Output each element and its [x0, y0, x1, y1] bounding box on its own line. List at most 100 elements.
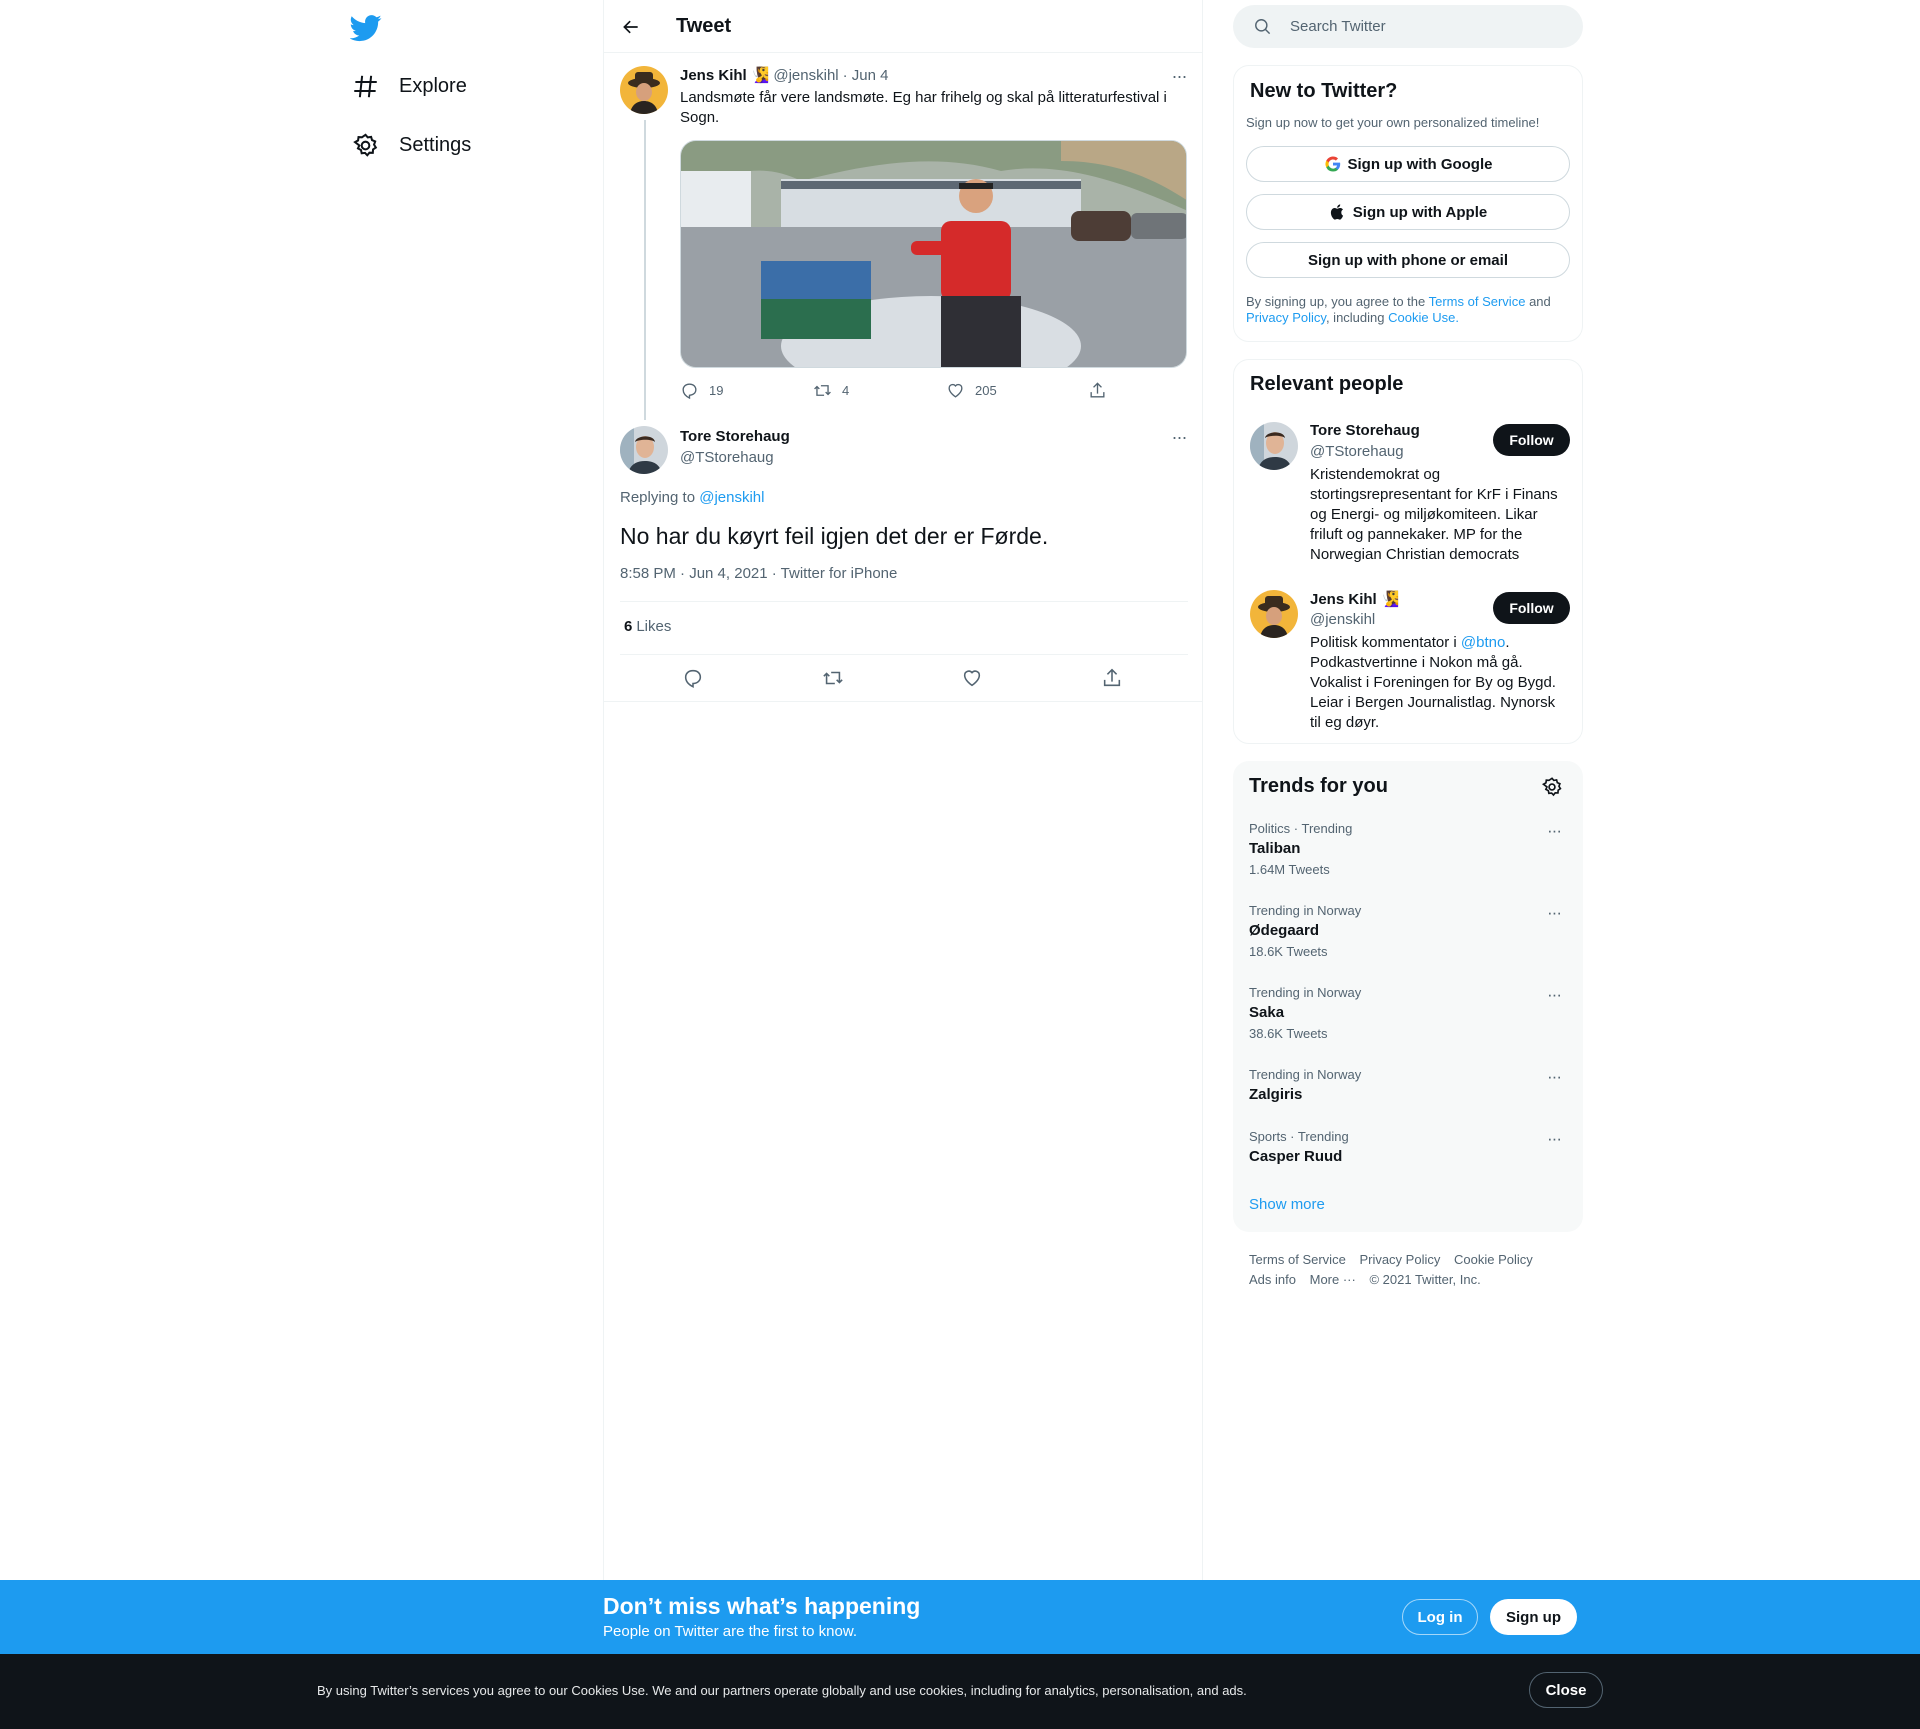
nav-item-settings[interactable]: Settings [340, 121, 483, 169]
trend-name: Ødegaard [1249, 922, 1320, 939]
share-button[interactable] [1088, 381, 1107, 400]
card-title: Relevant people [1250, 373, 1404, 395]
signup-button[interactable]: Sign up [1490, 1599, 1577, 1635]
avatar[interactable] [620, 426, 668, 474]
footer-link[interactable]: Cookie Policy [1454, 1252, 1533, 1267]
person-handle[interactable]: @TStorehaug [1310, 443, 1404, 460]
retweet-button[interactable]: 4 [813, 381, 849, 400]
bio-text: Politisk kommentator i [1310, 634, 1457, 651]
avatar[interactable] [620, 66, 668, 114]
avatar[interactable] [1250, 422, 1298, 470]
retweet-button[interactable] [820, 665, 846, 691]
avatar[interactable] [1250, 590, 1298, 638]
share-button[interactable] [1099, 665, 1125, 691]
more-icon[interactable]: ··· [1547, 821, 1562, 841]
author-handle[interactable]: @TStorehaug [680, 449, 774, 466]
search-box[interactable]: Search Twitter [1233, 5, 1583, 48]
nav-item-explore[interactable]: Explore [340, 62, 479, 110]
heart-icon [948, 383, 963, 398]
reply-button[interactable]: 19 [680, 381, 723, 400]
footer-link[interactable]: Terms of Service [1249, 1252, 1346, 1267]
author-name[interactable]: Jens Kihl [680, 67, 747, 84]
login-button[interactable]: Log in [1402, 1599, 1478, 1635]
likes-summary[interactable]: 6 Likes [624, 618, 671, 635]
trend-item[interactable]: Sports · Trending Casper Ruud ··· [1249, 1129, 1569, 1165]
likes-label: Likes [636, 618, 672, 635]
more-icon[interactable]: ··· [1167, 425, 1191, 449]
footer-link[interactable]: Privacy Policy [1359, 1252, 1440, 1267]
trend-item[interactable]: Trending in Norway Zalgiris ··· [1249, 1067, 1569, 1103]
privacy-link[interactable]: Privacy Policy [1246, 310, 1326, 325]
signup-apple-button[interactable]: Sign up with Apple [1246, 194, 1570, 230]
author-handle[interactable]: @jenskihl [773, 67, 838, 84]
more-icon[interactable]: ··· [1547, 903, 1562, 923]
person-name-text: Jens Kihl [1310, 590, 1377, 608]
follow-button[interactable]: Follow [1493, 592, 1570, 624]
signup-phone-email-button[interactable]: Sign up with phone or email [1246, 242, 1570, 278]
share-icon [1103, 668, 1121, 687]
parent-tweet-text: Landsmøte får vere landsmøte. Eg har fri… [680, 89, 1167, 126]
more-icon[interactable]: ··· [1547, 985, 1562, 1005]
trend-context: Politics · Trending [1249, 821, 1353, 836]
bio-mention-link[interactable]: @btno [1461, 634, 1505, 651]
person-item[interactable]: Tore Storehaug @TStorehaug Follow Kriste… [1250, 422, 1570, 572]
signup-google-button[interactable]: Sign up with Google [1246, 146, 1570, 182]
tweet-photo[interactable] [680, 140, 1187, 368]
signup-subtitle: Sign up now to get your own personalized… [1246, 115, 1540, 130]
more-icon[interactable]: ··· [1167, 64, 1191, 88]
trend-item[interactable]: Trending in Norway Ødegaard 18.6K Tweets… [1249, 903, 1569, 959]
author-emoji: 🧏‍♀️ [750, 67, 770, 84]
person-item[interactable]: Jens Kihl 🧏‍♀️ @jenskihl Follow Politisk… [1250, 590, 1570, 740]
cookie-use-link[interactable]: Cookie Use. [1388, 310, 1459, 325]
trend-item[interactable]: Trending in Norway Saka 38.6K Tweets ··· [1249, 985, 1569, 1041]
like-button[interactable] [959, 665, 985, 691]
trend-name: Taliban [1249, 840, 1301, 857]
more-icon[interactable]: ··· [1547, 1067, 1562, 1087]
more-icon[interactable]: ··· [1547, 1129, 1562, 1149]
banner-subtitle: People on Twitter are the first to know. [603, 1623, 858, 1640]
trends-settings-button[interactable] [1541, 776, 1563, 798]
reply-button[interactable] [680, 665, 706, 691]
twitter-logo-icon[interactable] [350, 12, 382, 44]
tweet-date[interactable]: · Jun 4 [843, 67, 889, 84]
tweet-detail-column: Tweet Jens Kihl 🧏‍♀️ @jenskihl · Jun 4 ·… [603, 0, 1203, 1580]
person-name[interactable]: Jens Kihl 🧏‍♀️ [1310, 590, 1400, 609]
replying-to-link[interactable]: @jenskihl [699, 489, 764, 506]
share-icon [1090, 382, 1105, 398]
trend-item[interactable]: Politics · Trending Taliban 1.64M Tweets… [1249, 821, 1569, 877]
footer-link[interactable]: More ··· [1310, 1272, 1356, 1287]
like-button[interactable]: 205 [946, 381, 997, 400]
show-more-link[interactable]: Show more [1249, 1196, 1325, 1213]
person-name[interactable]: Tore Storehaug [1310, 422, 1420, 439]
main-tweet-actions [620, 665, 1188, 693]
person-emoji: 🧏‍♀️ [1380, 591, 1400, 608]
search-input[interactable]: Search Twitter [1290, 18, 1386, 35]
retweet-count: 4 [842, 383, 850, 398]
gear-icon [352, 132, 379, 159]
back-button[interactable] [618, 14, 644, 40]
copyright: © 2021 Twitter, Inc. [1369, 1272, 1481, 1287]
divider [604, 701, 1203, 702]
footer-link[interactable]: Ads info [1249, 1272, 1296, 1287]
trend-count: 1.64M Tweets [1249, 862, 1330, 877]
signup-legal: By signing up, you agree to the Terms of… [1246, 294, 1566, 326]
page-header: Tweet [604, 0, 1203, 53]
person-name-text: Tore Storehaug [1310, 422, 1420, 439]
nav-item-label: Settings [399, 133, 472, 156]
replying-to: Replying to @jenskihl [620, 489, 764, 506]
signup-card: New to Twitter? Sign up now to get your … [1233, 65, 1583, 342]
trend-context: Trending in Norway [1249, 903, 1362, 918]
person-handle[interactable]: @jenskihl [1310, 611, 1375, 628]
tweet-meta[interactable]: 8:58 PM · Jun 4, 2021 · Twitter for iPho… [620, 565, 897, 582]
author-name[interactable]: Tore Storehaug [680, 428, 790, 445]
close-button[interactable]: Close [1529, 1672, 1603, 1708]
legal-including: , including [1325, 310, 1385, 325]
divider [620, 601, 1188, 602]
trend-name: Zalgiris [1249, 1086, 1303, 1103]
main-tweet-text: No har du køyrt feil igjen det der er Fø… [620, 523, 1049, 549]
signup-google-label: Sign up with Google [1347, 155, 1493, 173]
follow-button[interactable]: Follow [1493, 424, 1570, 456]
card-title: Trends for you [1249, 775, 1388, 797]
search-icon [1255, 19, 1271, 35]
terms-link[interactable]: Terms of Service [1429, 294, 1526, 309]
